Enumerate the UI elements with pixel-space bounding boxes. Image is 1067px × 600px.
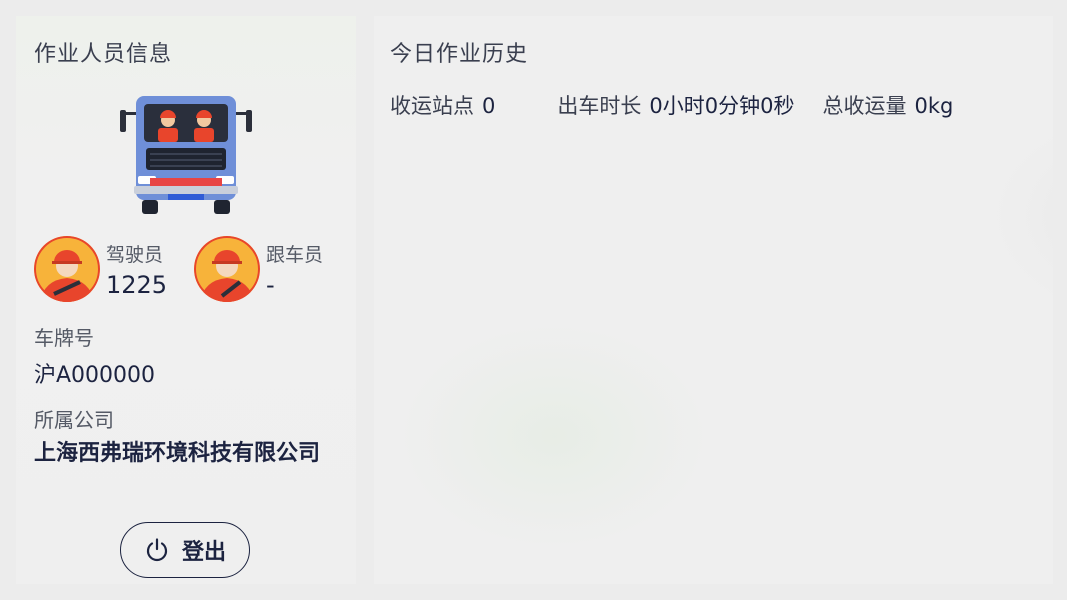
follower-value: - <box>266 271 275 299</box>
history-panel: 今日作业历史 收运站点 0 出车时长 0小时0分钟0秒 总收运量 0kg <box>374 16 1053 584</box>
company-value: 上海西弗瑞环境科技有限公司 <box>34 441 321 466</box>
driver-card: 驾驶员 1225 <box>34 236 167 302</box>
company-field: 所属公司 上海西弗瑞环境科技有限公司 <box>34 404 339 469</box>
company-label: 所属公司 <box>34 408 114 432</box>
follower-role-label: 跟车员 <box>266 244 324 266</box>
plate-field: 车牌号 沪A000000 <box>34 322 155 389</box>
stat-volume: 总收运量 0kg <box>822 90 953 120</box>
follower-avatar <box>194 236 260 302</box>
driver-role-label: 驾驶员 <box>106 244 164 266</box>
follower-card: 跟车员 - <box>194 236 323 302</box>
power-icon <box>146 538 168 562</box>
stat-duration: 出车时长 0小时0分钟0秒 <box>557 90 794 120</box>
truck-icon <box>120 96 252 214</box>
worker-icon <box>194 236 260 302</box>
stat-value: 0小时0分钟0秒 <box>649 94 795 118</box>
stat-value: 0kg <box>914 94 954 118</box>
logout-button[interactable]: 登出 <box>120 522 250 578</box>
logout-label: 登出 <box>181 540 226 565</box>
driver-value: 1225 <box>106 271 168 299</box>
stat-value: 0 <box>482 94 496 118</box>
panel-title: 作业人员信息 <box>34 42 173 67</box>
driver-avatar <box>34 236 100 302</box>
stat-label: 总收运量 <box>822 94 907 118</box>
crew-info-panel: 作业人员信息 驾驶员 1225 跟车员 - 车牌号 沪A000000 所属公司 … <box>16 16 356 584</box>
worker-icon <box>34 236 100 302</box>
stat-stations: 收运站点 0 <box>390 90 495 120</box>
stat-label: 收运站点 <box>390 94 474 118</box>
stats-row: 收运站点 0 出车时长 0小时0分钟0秒 总收运量 0kg <box>390 90 981 120</box>
panel-title: 今日作业历史 <box>390 42 529 67</box>
plate-value: 沪A000000 <box>34 363 156 388</box>
stat-label: 出车时长 <box>557 94 642 118</box>
plate-label: 车牌号 <box>34 326 94 350</box>
